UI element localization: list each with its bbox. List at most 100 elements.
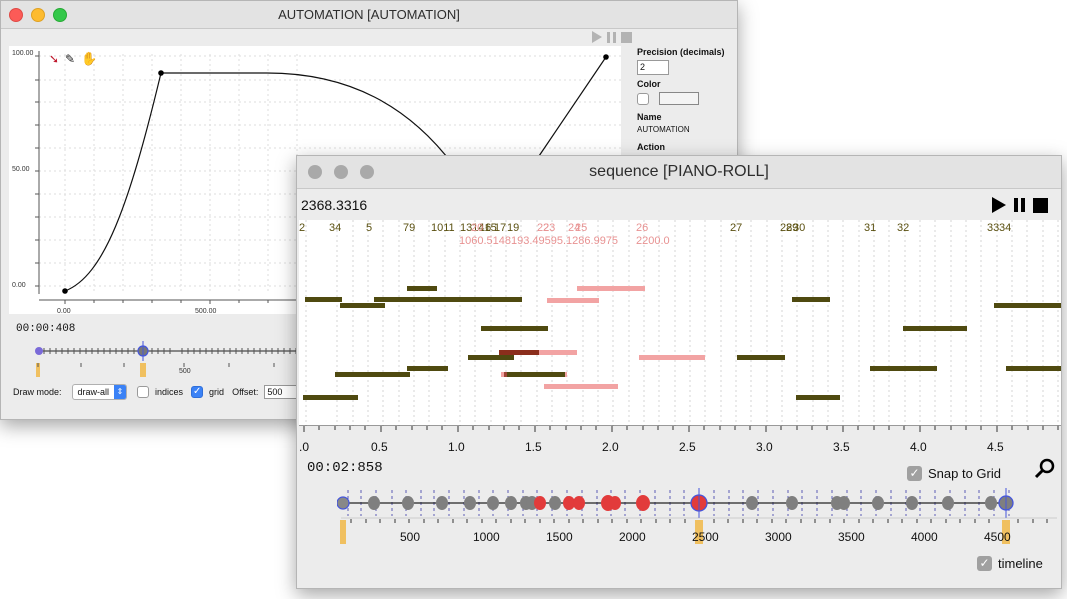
automation-point[interactable]	[603, 54, 609, 60]
indices-label: indices	[155, 387, 184, 397]
offset-input[interactable]: 500	[264, 385, 299, 399]
timeline-tick-500: 500	[179, 368, 191, 375]
pause-icon-bar2	[613, 32, 616, 43]
automation-time: 00:00:408	[16, 323, 76, 335]
timeline-tick-label: 4000	[911, 530, 938, 544]
draw-mode-select[interactable]: draw-all ⇕	[71, 384, 128, 400]
snap-label: Snap to Grid	[928, 466, 1001, 481]
note[interactable]	[870, 366, 937, 371]
pause-icon[interactable]	[1014, 198, 1018, 212]
color-row	[637, 92, 733, 105]
window-title: AUTOMATION [AUTOMATION]	[278, 7, 460, 22]
note[interactable]	[547, 298, 599, 303]
note[interactable]	[407, 286, 437, 291]
dark-notes[interactable]	[303, 286, 1061, 400]
index-label-pink: 23	[543, 222, 556, 234]
x-tick-label: 1.5	[525, 440, 542, 454]
zoom-button[interactable]	[360, 165, 374, 179]
note[interactable]	[994, 303, 1061, 308]
zoom-button[interactable]	[53, 7, 67, 22]
timeline-toggle[interactable]: ✓ timeline	[977, 556, 1043, 571]
note[interactable]	[335, 372, 410, 377]
timeline-tick-label: 500	[400, 530, 421, 544]
note[interactable]	[792, 297, 830, 302]
index-label: 31	[864, 222, 877, 234]
piano-grid	[305, 220, 1059, 426]
hand-tool-icon[interactable]: ✋	[81, 51, 97, 67]
timeline-start-handle[interactable]	[340, 520, 346, 544]
grid-label: grid	[209, 387, 225, 397]
play-icon[interactable]	[992, 197, 1006, 213]
automation-point[interactable]	[62, 288, 68, 294]
pink-note-value-end: 2200.0	[636, 235, 670, 247]
zoom-search-icon[interactable]	[1034, 458, 1056, 480]
piano-transport	[991, 196, 1055, 214]
automation-controls: Draw mode: draw-all ⇕ indices grid Offse…	[13, 383, 299, 401]
color-checkbox[interactable]	[637, 92, 649, 105]
note[interactable]	[796, 395, 840, 400]
index-label: 34	[329, 222, 342, 234]
note[interactable]	[544, 384, 618, 389]
timeline-cursor-handle[interactable]	[140, 363, 146, 377]
pink-note-values: 1060.5148193.49595.1286.9975	[459, 235, 619, 247]
timeline-tick-label: 1500	[546, 530, 573, 544]
note[interactable]	[374, 297, 522, 302]
index-label-pink: 25	[575, 222, 588, 234]
x-tick-label: 4.0	[910, 440, 927, 454]
timeline-start-marker[interactable]	[35, 347, 43, 355]
piano-timeline[interactable]: 500 1000 1500 2000 2500 3000 3500 4000 4…	[336, 488, 1057, 548]
stop-icon[interactable]	[621, 32, 632, 43]
index-label: 17	[494, 222, 507, 234]
timeline-tick-label: 3000	[765, 530, 792, 544]
timeline-tick-label: 2000	[619, 530, 646, 544]
index-label: 5	[366, 222, 373, 234]
note[interactable]	[303, 395, 358, 400]
index-label: 79	[403, 222, 416, 234]
note-selected[interactable]	[499, 350, 539, 355]
piano-roll-plot[interactable]: 2 34 5 79 1011 131415 16 17 19 27 28 29 …	[299, 220, 1061, 426]
x-label-0: 0.00	[57, 308, 71, 315]
draw-mode-value: draw-all	[77, 387, 110, 397]
timeline-checkbox[interactable]: ✓	[977, 556, 992, 571]
arrow-tool-icon[interactable]: ➘	[49, 52, 59, 66]
index-label: 19	[507, 222, 520, 234]
position-readout: 2368.3316	[301, 197, 368, 213]
play-icon[interactable]	[592, 31, 602, 43]
note[interactable]	[468, 355, 514, 360]
index-label: 32	[897, 222, 910, 234]
note[interactable]	[507, 372, 565, 377]
snap-to-grid[interactable]: ✓ Snap to Grid	[907, 466, 1001, 481]
index-label: 30	[793, 222, 806, 234]
note[interactable]	[340, 303, 385, 308]
x-tick-label: 3.0	[756, 440, 773, 454]
note[interactable]	[577, 286, 645, 291]
color-swatch[interactable]	[659, 92, 699, 105]
note[interactable]	[481, 326, 548, 331]
automation-point[interactable]	[158, 70, 164, 76]
note[interactable]	[305, 297, 342, 302]
piano-roll-titlebar: sequence [PIANO-ROLL]	[297, 156, 1061, 189]
minimize-button[interactable]	[31, 7, 45, 22]
close-button[interactable]	[9, 7, 23, 22]
indices-checkbox[interactable]	[137, 386, 150, 398]
stop-icon[interactable]	[1033, 198, 1048, 213]
pause-icon[interactable]	[607, 32, 610, 43]
snap-checkbox[interactable]: ✓	[907, 466, 922, 481]
piano-roll-window: sequence [PIANO-ROLL] 2368.3316 2 34 5 7…	[296, 155, 1062, 589]
note[interactable]	[1006, 366, 1061, 371]
precision-input[interactable]: 2	[637, 60, 669, 75]
pause-icon-bar2	[1021, 198, 1025, 212]
note[interactable]	[903, 326, 967, 331]
close-button[interactable]	[308, 165, 322, 179]
grid-checkbox[interactable]	[191, 386, 204, 398]
window-controls-inactive	[308, 156, 374, 188]
color-label: Color	[637, 79, 661, 89]
minimize-button[interactable]	[334, 165, 348, 179]
note[interactable]	[737, 355, 785, 360]
note[interactable]	[639, 355, 705, 360]
automation-timeline[interactable]: 500	[34, 337, 304, 377]
window-title: sequence [PIANO-ROLL]	[589, 163, 769, 180]
pencil-tool-icon[interactable]: ✎	[65, 52, 75, 66]
piano-time: 00:02:858	[307, 460, 383, 476]
note[interactable]	[407, 366, 448, 371]
